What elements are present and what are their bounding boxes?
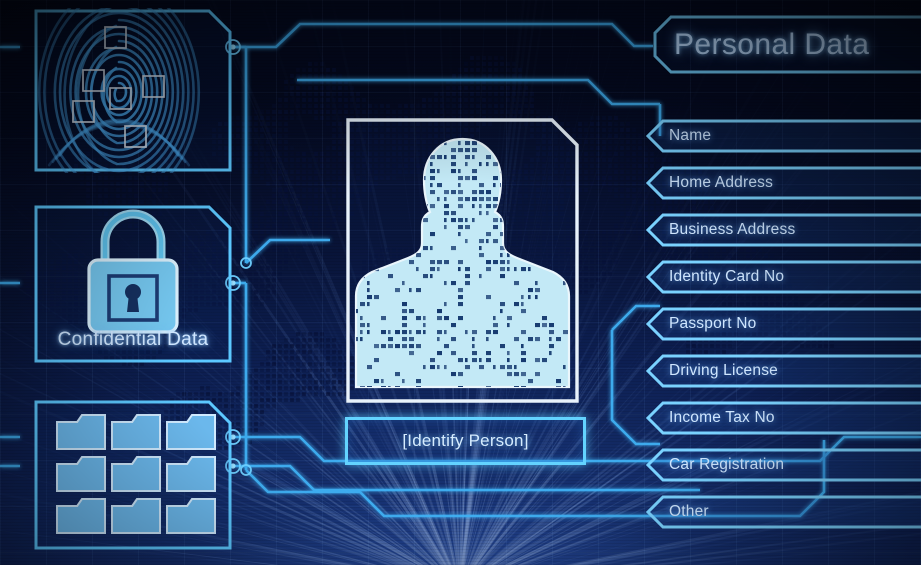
fingerprint-panel[interactable]	[33, 8, 233, 173]
personal-data-field-list: Name Home Address Business Address Identity…	[646, 119, 921, 549]
field-row-identity-card-no[interactable]: Identity Card No	[646, 260, 921, 294]
field-label: Home Address	[669, 174, 774, 191]
field-row-business-address[interactable]: Business Address	[646, 213, 921, 247]
field-label: Car Registration	[669, 456, 785, 473]
field-row-other[interactable]: Other	[646, 495, 921, 529]
identify-person-label: [Identify Person]	[402, 431, 529, 450]
confidential-data-panel[interactable]: Confidential Data	[33, 204, 233, 364]
page-title: Personal Data	[674, 27, 870, 61]
folders-panel[interactable]	[33, 399, 233, 551]
field-label: Other	[669, 503, 709, 520]
personal-data-header: Personal Data	[653, 15, 921, 74]
field-label: Passport No	[669, 315, 757, 332]
field-label: Income Tax No	[669, 409, 775, 426]
field-label: Identity Card No	[669, 268, 785, 285]
person-silhouette-binary-icon	[354, 137, 571, 389]
fingerprint-icon	[37, 8, 201, 173]
field-label: Name	[669, 127, 712, 144]
field-label: Driving License	[669, 362, 778, 379]
confidential-data-label: Confidential Data	[57, 329, 209, 350]
field-row-passport-no[interactable]: Passport No	[646, 307, 921, 341]
infographic-canvas: Confidential Data [Identify Person] Pers…	[0, 0, 921, 565]
field-row-car-registration[interactable]: Car Registration	[646, 448, 921, 482]
subject-photo-panel[interactable]	[345, 117, 580, 404]
field-row-home-address[interactable]: Home Address	[646, 166, 921, 200]
field-label: Business Address	[669, 221, 796, 238]
folder-grid-icon	[56, 414, 216, 534]
identify-person-button[interactable]: [Identify Person]	[345, 417, 586, 465]
field-row-driving-license[interactable]: Driving License	[646, 354, 921, 388]
field-row-income-tax-no[interactable]: Income Tax No	[646, 401, 921, 435]
field-row-name[interactable]: Name	[646, 119, 921, 153]
